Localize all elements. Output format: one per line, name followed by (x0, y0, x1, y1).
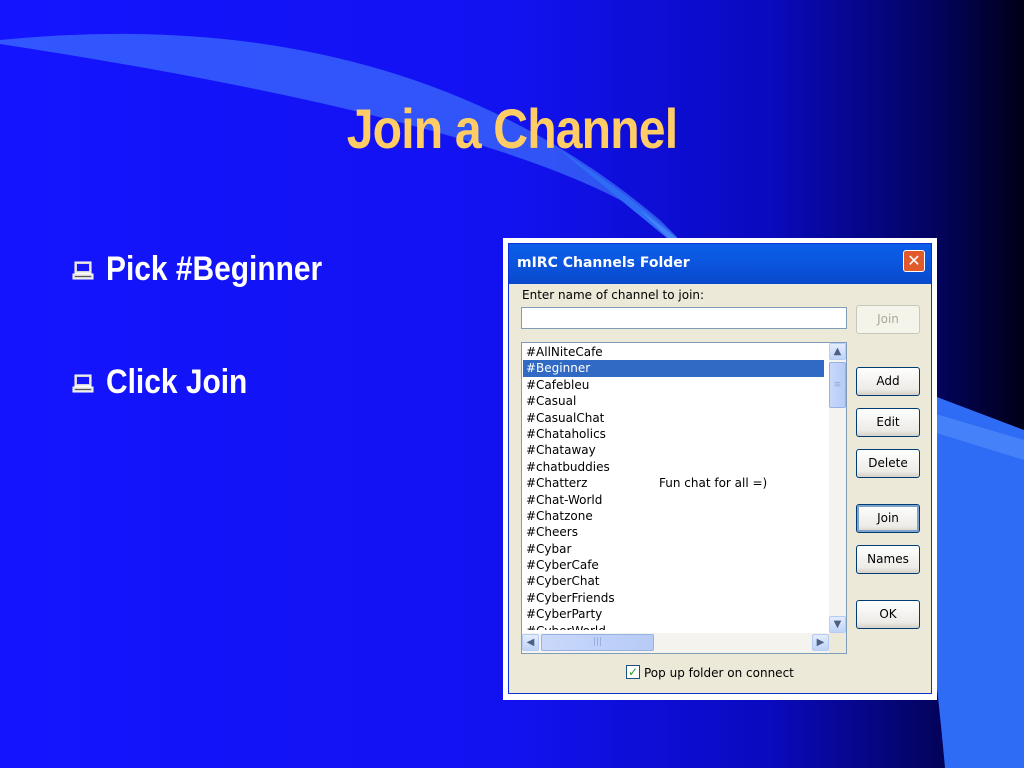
list-item[interactable]: #CyberParty (523, 606, 824, 622)
channel-items: #AllNiteCafe #Beginner #Cafebleu #Casual #Ca… (523, 344, 824, 630)
list-item[interactable]: #AllNiteCafe (523, 344, 824, 360)
channel-name: #Cybar (526, 541, 572, 556)
channel-name: #Chatterz (526, 476, 588, 491)
channel-name: #CyberChat (526, 574, 600, 589)
list-item[interactable]: #chatbuddies (523, 459, 824, 475)
names-button[interactable]: Names (856, 545, 920, 574)
popup-checkbox-label[interactable]: Pop up folder on connect (644, 666, 794, 680)
list-item[interactable]: #Chataholics (523, 426, 824, 442)
list-item[interactable]: #CyberFriends (523, 590, 824, 606)
chevron-right-icon: ▶ (816, 637, 825, 648)
dialog-title: mIRC Channels Folder (517, 255, 690, 271)
list-item[interactable]: #CyberWorld (523, 623, 824, 630)
channel-name: #Beginner (526, 361, 591, 376)
channel-name: #CyberWorld (526, 624, 606, 630)
list-item[interactable]: #Chatzone (523, 508, 824, 524)
list-item[interactable]: #Cybar (523, 541, 824, 557)
channel-name: #Cheers (526, 525, 578, 540)
list-item[interactable]: #Casual (523, 393, 824, 409)
list-item[interactable]: #Chatterz Fun chat for all =) (523, 475, 824, 491)
dialog-titlebar[interactable]: mIRC Channels Folder ✕ (509, 244, 931, 284)
delete-button[interactable]: Delete (856, 449, 920, 478)
list-item[interactable]: #Beginner (523, 360, 824, 377)
popup-checkbox[interactable]: ✓ (626, 665, 640, 679)
scrollbar-corner (829, 633, 846, 653)
channel-name: #Chataholics (526, 426, 606, 441)
channel-name: #Chatzone (526, 508, 593, 523)
bullet-item: Pick #Beginner (72, 250, 352, 289)
horizontal-scroll-thumb[interactable]: ||| (541, 634, 654, 651)
edit-button[interactable]: Edit (856, 408, 920, 437)
grip-icon: ||| (592, 637, 603, 647)
channel-name: #CyberCafe (526, 558, 599, 573)
horizontal-scrollbar[interactable]: ◀ ||| ▶ (522, 633, 829, 653)
channel-name: #Cafebleu (526, 377, 590, 392)
close-icon: ✕ (907, 251, 921, 270)
channel-name: #Chat-World (526, 492, 603, 507)
computer-icon (72, 374, 94, 392)
channel-name: #CyberParty (526, 607, 603, 622)
bullet-text: Pick #Beginner (106, 250, 323, 288)
chevron-up-icon: ▲ (833, 346, 842, 357)
ok-button[interactable]: OK (856, 600, 920, 629)
slide-title: Join a Channel (346, 97, 678, 160)
add-button[interactable]: Add (856, 367, 920, 396)
scroll-up-button[interactable]: ▲ (829, 343, 846, 360)
list-item[interactable]: #CasualChat (523, 410, 824, 426)
list-item[interactable]: #Cafebleu (523, 377, 824, 393)
vertical-scrollbar[interactable]: ▲ ≡ ▼ (829, 343, 846, 633)
chevron-left-icon: ◀ (526, 637, 535, 648)
join-top-button[interactable]: Join (856, 305, 920, 334)
channel-list[interactable]: #AllNiteCafe #Beginner #Cafebleu #Casual #Ca… (521, 342, 847, 654)
scroll-right-button[interactable]: ▶ (812, 634, 829, 651)
channel-name: #chatbuddies (526, 459, 610, 474)
bullet-text: Click Join (106, 363, 248, 401)
channel-name: #AllNiteCafe (526, 345, 603, 359)
list-item[interactable]: #CyberChat (523, 573, 824, 589)
vertical-scroll-thumb[interactable]: ≡ (829, 362, 846, 408)
channels-folder-dialog: mIRC Channels Folder ✕ Enter name of cha… (508, 243, 932, 694)
channel-name: #Chataway (526, 443, 596, 458)
channel-name-input[interactable] (521, 307, 847, 329)
channel-name-label: Enter name of channel to join: (522, 288, 705, 302)
close-button[interactable]: ✕ (903, 250, 925, 272)
bullet-item: Click Join (72, 363, 267, 402)
list-item[interactable]: #Chat-World (523, 492, 824, 508)
grip-icon: ≡ (833, 380, 842, 390)
list-item[interactable]: #CyberCafe (523, 557, 824, 573)
channel-name: #Casual (526, 394, 577, 409)
chevron-down-icon: ▼ (833, 619, 842, 630)
join-button[interactable]: Join (856, 504, 920, 533)
channel-description: Fun chat for all =) (659, 476, 768, 491)
checkmark-icon: ✓ (627, 665, 639, 679)
scroll-left-button[interactable]: ◀ (522, 634, 539, 651)
computer-icon (72, 261, 94, 279)
list-item[interactable]: #Cheers (523, 524, 824, 540)
channel-name: #CyberFriends (526, 590, 615, 605)
scroll-down-button[interactable]: ▼ (829, 616, 846, 633)
list-item[interactable]: #Chataway (523, 442, 824, 458)
channel-name: #CasualChat (526, 410, 605, 425)
